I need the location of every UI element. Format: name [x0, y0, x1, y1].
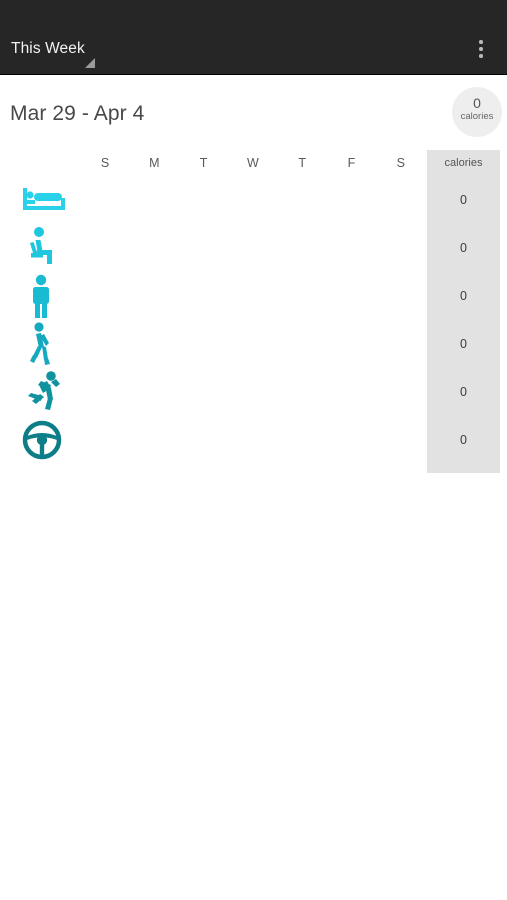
total-calories-badge: 0 calories [452, 87, 502, 137]
sitting-person-icon [20, 224, 66, 272]
row-calories-value: 0 [460, 433, 467, 447]
walking-person-icon [20, 320, 66, 368]
bed-icon [20, 176, 66, 224]
app-bar-title[interactable]: This Week [11, 40, 85, 58]
overflow-dot [479, 40, 483, 44]
day-header-3: W [246, 156, 259, 170]
activity-row[interactable]: 0 [0, 272, 507, 320]
day-header-2: T [199, 156, 208, 170]
date-range-title: Mar 29 - Apr 4 [10, 102, 145, 125]
activity-row[interactable]: 0 [0, 368, 507, 416]
activity-row[interactable]: 0 [0, 176, 507, 224]
running-person-icon [20, 368, 66, 416]
overflow-dot [479, 54, 483, 58]
row-calories-value: 0 [460, 385, 467, 399]
row-calories-value: 0 [460, 337, 467, 351]
day-header-4: T [298, 156, 306, 170]
total-calories-unit: calories [460, 111, 494, 122]
day-header-5: F [347, 156, 356, 170]
overflow-dot [479, 47, 483, 51]
row-calories-value: 0 [460, 193, 467, 207]
day-header-6: S [396, 156, 405, 170]
day-header-1: M [149, 156, 160, 170]
activity-row[interactable]: 0 [0, 416, 507, 464]
more-vertical-icon[interactable] [471, 38, 491, 60]
app-bar: This Week [0, 0, 507, 75]
activity-row[interactable]: 0 [0, 320, 507, 368]
steering-wheel-icon [20, 416, 66, 464]
row-calories-value: 0 [460, 289, 467, 303]
dropdown-triangle-icon[interactable] [85, 58, 95, 68]
activity-row[interactable]: 0 [0, 224, 507, 272]
row-calories-value: 0 [460, 241, 467, 255]
activity-grid: S M T W T F S calories 0 0 0 0 0 0 [0, 150, 507, 473]
total-calories-value: 0 [473, 95, 481, 111]
standing-person-icon [20, 272, 66, 320]
activity-rows: 0 0 0 0 0 0 [0, 176, 507, 464]
day-header-0: S [100, 156, 110, 170]
calories-column-header: calories [444, 157, 483, 169]
